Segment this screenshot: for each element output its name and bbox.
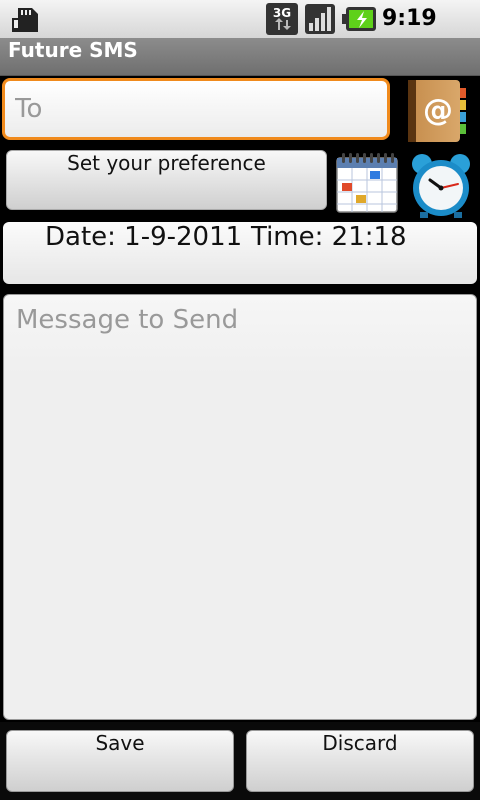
network-label: 3G — [273, 6, 291, 20]
alarm-clock-icon[interactable] — [406, 150, 476, 220]
svg-text:@: @ — [423, 93, 453, 128]
status-clock: 9:19 PM — [382, 6, 437, 61]
discard-button[interactable]: Discard — [246, 730, 474, 792]
app-title-bar: Future SMS — [0, 38, 480, 76]
message-box[interactable] — [3, 294, 477, 720]
signal-icon — [305, 4, 335, 34]
message-input[interactable] — [16, 305, 466, 705]
scheduled-date: Date: 1-9-2011 — [45, 222, 243, 252]
network-3g-icon: 3G — [266, 3, 298, 35]
battery-charging-icon — [342, 7, 376, 31]
calendar-icon[interactable] — [334, 150, 400, 216]
recipient-input[interactable] — [15, 81, 375, 137]
save-button[interactable]: Save — [6, 730, 234, 792]
set-preference-button[interactable]: Set your preference — [6, 150, 327, 210]
scheduled-time: Time: 21:18 — [251, 222, 407, 252]
contacts-book-icon[interactable]: @ — [404, 78, 470, 144]
sd-card-icon — [12, 8, 38, 32]
status-bar: 3G 9:19 PM — [0, 0, 480, 61]
to-field[interactable] — [2, 78, 390, 140]
schedule-panel: Date: 1-9-2011 Time: 21:18 — [3, 222, 477, 284]
app-title: Future SMS — [8, 38, 138, 62]
